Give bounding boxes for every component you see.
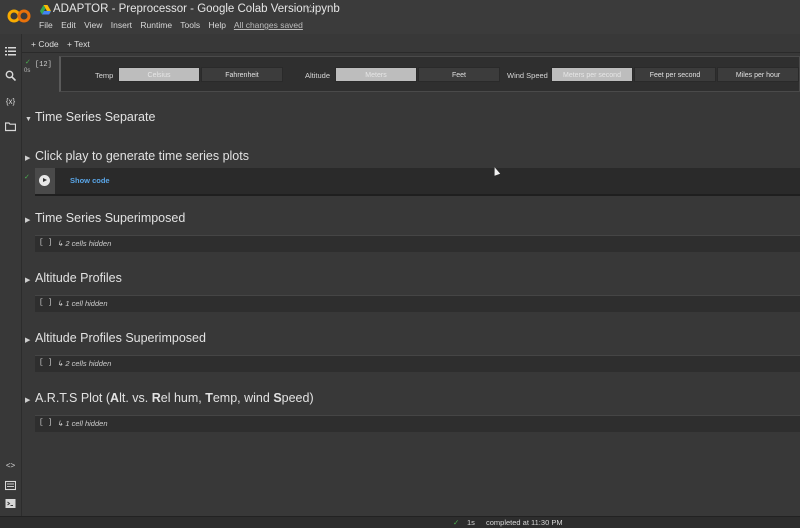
status-completed[interactable]: completed at 11:30 PM: [486, 518, 563, 527]
command-palette-icon[interactable]: [5, 480, 16, 491]
expand-arrow-icon[interactable]: ▶: [25, 336, 35, 344]
table-of-contents-icon[interactable]: [5, 46, 16, 57]
menu-file[interactable]: File: [39, 20, 53, 30]
status-check-icon: ✓: [453, 518, 460, 527]
altitude-meters-button[interactable]: Meters: [335, 67, 417, 82]
menu-tools[interactable]: Tools: [180, 20, 200, 30]
altitude-feet-button[interactable]: Feet: [418, 67, 500, 82]
menu-edit[interactable]: Edit: [61, 20, 76, 30]
wind-speed-label: Wind Speed: [507, 71, 548, 80]
temp-fahrenheit-button[interactable]: Fahrenheit: [201, 67, 283, 82]
hidden-cells-label: ↳ 1 cell hidden: [57, 419, 108, 428]
menu-bar: File Edit View Insert Runtime Tools Help…: [39, 20, 309, 30]
check-icon: ✓: [24, 174, 30, 181]
drive-icon[interactable]: [40, 5, 51, 15]
code-cell: Show code: [35, 168, 800, 196]
hidden-cells-row[interactable]: [ ] ↳ 1 cell hidden: [35, 415, 800, 432]
toolbar: + Code + Text: [0, 34, 800, 53]
folder-icon[interactable]: [5, 121, 16, 132]
collapse-arrow-icon[interactable]: ▼: [25, 116, 35, 123]
add-text-button[interactable]: + Text: [67, 39, 90, 49]
expand-arrow-icon[interactable]: ▶: [25, 154, 35, 162]
star-icon[interactable]: ☆: [305, 2, 316, 16]
section-heading[interactable]: ▶ Click play to generate time series plot…: [22, 149, 249, 163]
left-sidebar: {x} <>: [0, 34, 22, 516]
wind-fps-button[interactable]: Feet per second: [634, 67, 716, 82]
run-cell-button[interactable]: [35, 168, 55, 194]
check-icon: ✓: [25, 59, 31, 66]
save-status-link[interactable]: All changes saved: [234, 20, 303, 30]
notebook-content: ✓ 0s [12] Temp Celsius Fahrenheit Altitu…: [22, 53, 800, 515]
unit-selector-cell: ✓ 0s [12] Temp Celsius Fahrenheit Altitu…: [22, 56, 800, 92]
execution-count: [12]: [35, 61, 52, 69]
hidden-cell-bracket: [ ]: [39, 299, 53, 307]
expand-arrow-icon[interactable]: ▶: [25, 276, 35, 284]
temp-label: Temp: [95, 71, 114, 80]
run-status-icon: 0s: [24, 68, 31, 74]
temp-celsius-button[interactable]: Celsius: [118, 67, 200, 82]
menu-help[interactable]: Help: [209, 20, 226, 30]
expand-arrow-icon[interactable]: ▶: [25, 396, 35, 404]
search-icon[interactable]: [5, 70, 16, 81]
hidden-cell-bracket: [ ]: [39, 239, 53, 247]
section-heading[interactable]: ▶ Time Series Superimposed: [22, 211, 185, 225]
section-heading[interactable]: ▶ Altitude Profiles: [22, 271, 122, 285]
section-title: Time Series Separate: [35, 110, 156, 124]
section-title: Time Series Superimposed: [35, 211, 186, 225]
cell-output: Temp Celsius Fahrenheit Altitude Meters …: [59, 56, 800, 92]
section-title: Click play to generate time series plots: [35, 149, 249, 163]
status-bar: ✓ 1s completed at 11:30 PM: [0, 516, 800, 528]
section-heading[interactable]: ▶ Altitude Profiles Superimposed: [22, 331, 206, 345]
wind-mps-button[interactable]: Meters per second: [551, 67, 633, 82]
section-heading[interactable]: ▼ Time Series Separate: [22, 110, 155, 124]
status-duration: 1s: [467, 518, 475, 527]
menu-insert[interactable]: Insert: [111, 20, 132, 30]
hidden-cells-row[interactable]: [ ] ↳ 2 cells hidden: [35, 235, 800, 252]
hidden-cells-row[interactable]: [ ] ↳ 2 cells hidden: [35, 355, 800, 372]
hidden-cell-bracket: [ ]: [39, 359, 53, 367]
hidden-cells-label: ↳ 2 cells hidden: [57, 239, 112, 248]
menu-runtime[interactable]: Runtime: [140, 20, 172, 30]
add-code-button[interactable]: + Code: [31, 39, 59, 49]
top-bar: ADAPTOR - Preprocessor - Google Colab Ve…: [0, 0, 800, 34]
menu-view[interactable]: View: [84, 20, 102, 30]
section-heading[interactable]: ▶ A.R.T.S Plot (Alt. vs. Rel hum, Temp, w…: [22, 391, 314, 405]
section-title: Altitude Profiles Superimposed: [35, 331, 206, 345]
hidden-cell-bracket: [ ]: [39, 419, 53, 427]
terminal-icon[interactable]: [5, 498, 16, 509]
variables-icon[interactable]: {x}: [5, 96, 16, 107]
wind-mph-button[interactable]: Miles per hour: [717, 67, 799, 82]
altitude-label: Altitude: [305, 71, 331, 80]
expand-arrow-icon[interactable]: ▶: [25, 216, 35, 224]
hidden-cells-label: ↳ 1 cell hidden: [57, 299, 108, 308]
section-title: A.R.T.S Plot (Alt. vs. Rel hum, Temp, wi…: [35, 391, 314, 405]
colab-logo-icon[interactable]: [7, 6, 31, 26]
code-snippets-icon[interactable]: <>: [5, 460, 16, 471]
section-title: Altitude Profiles: [35, 271, 122, 285]
hidden-cells-row[interactable]: [ ] ↳ 1 cell hidden: [35, 295, 800, 312]
hidden-cells-label: ↳ 2 cells hidden: [57, 359, 112, 368]
notebook-title[interactable]: ADAPTOR - Preprocessor - Google Colab Ve…: [53, 3, 340, 15]
show-code-link[interactable]: Show code: [70, 176, 110, 185]
